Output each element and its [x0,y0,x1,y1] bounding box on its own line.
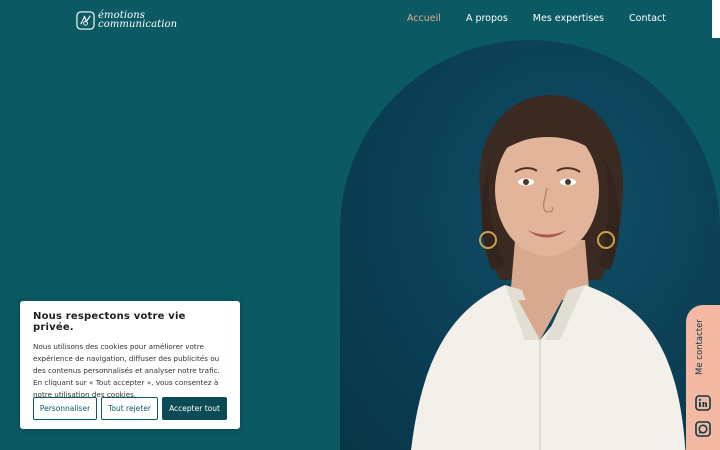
nav-item-a-propos[interactable]: A propos [466,13,508,24]
logo-mark-icon [76,10,95,30]
site-logo[interactable]: émotions communication [76,10,177,30]
nav-item-accueil[interactable]: Accueil [407,13,441,24]
cookie-title: Nous respectons votre vie privée. [33,311,186,333]
accept-all-button[interactable]: Accepter tout [162,397,227,420]
logo-text: émotions communication [98,11,178,30]
logo-line-2: communication [98,19,178,30]
linkedin-icon[interactable] [695,395,711,411]
main-nav: Accueil A propos Mes expertises Contact [407,13,666,24]
nav-item-mes-expertises[interactable]: Mes expertises [533,13,604,24]
scroll-edge [712,0,720,38]
cookie-consent-banner: Nous respectons votre vie privée. Nous u… [20,301,240,429]
reject-all-button[interactable]: Tout rejeter [101,397,158,420]
hero-portrait [340,40,720,450]
contact-side-tab[interactable]: Me contacter [686,305,720,450]
chat-icon[interactable] [695,421,711,437]
portrait-illustration [411,95,686,450]
cookie-button-row: Personnaliser Tout rejeter Accepter tout [33,397,227,420]
contact-tab-label[interactable]: Me contacter [695,319,711,375]
nav-item-contact[interactable]: Contact [629,13,666,24]
site-header: émotions communication Accueil A propos … [0,0,720,40]
customize-button[interactable]: Personnaliser [33,397,97,420]
cookie-body: Nous utilisons des cookies pour améliore… [33,342,220,399]
